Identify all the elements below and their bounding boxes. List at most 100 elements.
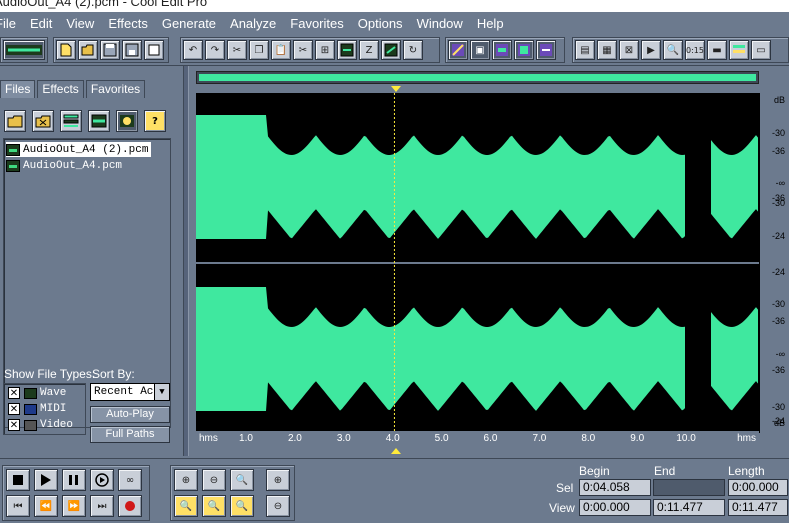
copy-icon[interactable]: ❐ xyxy=(249,40,269,60)
play-to-end-icon[interactable] xyxy=(90,469,114,491)
time-tick-label: 10.0 xyxy=(676,433,696,444)
multitrack-toggle-icon[interactable] xyxy=(3,40,45,60)
save-as-icon[interactable] xyxy=(122,40,142,60)
waveform-view-icon[interactable]: ▣ xyxy=(470,40,490,60)
snap-icon[interactable] xyxy=(381,40,401,60)
filter-video[interactable]: ✕ Video xyxy=(8,418,73,432)
menu-options[interactable]: Options xyxy=(358,16,403,31)
time-ruler[interactable]: hms hms 1.0 2.0 3.0 4.0 5.0 6.0 7.0 8.0 9.0 10.0 xyxy=(196,431,759,447)
menu-help[interactable]: Help xyxy=(477,16,504,31)
panel-splitter[interactable] xyxy=(183,66,189,456)
fast-forward-icon[interactable]: ⏩ xyxy=(62,495,86,517)
zoom-out-icon[interactable]: ⊖ xyxy=(202,469,226,491)
menu-edit[interactable]: Edit xyxy=(30,16,52,31)
status-bar-icon[interactable]: ▬ xyxy=(707,40,727,60)
overview-range[interactable] xyxy=(199,74,756,81)
waveform-channel[interactable] xyxy=(196,287,758,411)
menu-view[interactable]: View xyxy=(66,16,94,31)
go-to-beginning-icon[interactable]: ⏮ xyxy=(6,495,30,517)
record-icon[interactable] xyxy=(118,495,142,517)
sel-begin-field[interactable]: 0:04.058 xyxy=(579,479,651,496)
zoom-window-icon[interactable]: 🔍 xyxy=(663,40,683,60)
zoom-full-icon[interactable]: 🔍 xyxy=(230,469,254,491)
mix-paste-icon[interactable]: ⊞ xyxy=(315,40,335,60)
waveform-channel[interactable] xyxy=(196,115,758,239)
loop-icon[interactable]: ∞ xyxy=(118,469,142,491)
paste-icon[interactable]: 📋 xyxy=(271,40,291,60)
display-time-icon[interactable]: ▦ xyxy=(597,40,617,60)
close-file-icon[interactable] xyxy=(144,40,164,60)
go-to-end-icon[interactable]: ⏭ xyxy=(90,495,114,517)
db-tick-label: -36 xyxy=(771,316,785,326)
zoom-in-vertical-icon[interactable]: ⊕ xyxy=(266,469,290,491)
sel-length-field[interactable]: 0:00.000 xyxy=(728,479,788,496)
cursor-bottom-marker-icon[interactable] xyxy=(391,448,403,456)
menu-file[interactable]: File xyxy=(0,16,16,31)
view-length-field[interactable]: 0:11.477 xyxy=(728,499,788,516)
transport-controls: ∞ ⏮ ⏪ ⏩ ⏭ xyxy=(2,465,150,521)
menu-analyze[interactable]: Analyze xyxy=(230,16,276,31)
view-begin-field[interactable]: 0:00.000 xyxy=(579,499,651,516)
transport-icon[interactable]: ▶ xyxy=(641,40,661,60)
display-levels-icon[interactable]: ⊠ xyxy=(619,40,639,60)
tab-files[interactable]: Files xyxy=(0,80,36,98)
trim-icon[interactable]: ✂ xyxy=(293,40,313,60)
open-file-icon[interactable] xyxy=(4,110,26,132)
tab-favorites[interactable]: Favorites xyxy=(85,80,146,98)
menu-window[interactable]: Window xyxy=(417,16,463,31)
zoom-in-icon[interactable]: ⊕ xyxy=(174,469,198,491)
pause-icon[interactable] xyxy=(62,469,86,491)
organizer-panel: Files Effects Favorites ? AudioOut_A4 (2… xyxy=(0,68,183,451)
waveform-canvas[interactable] xyxy=(196,93,759,433)
display-files-icon[interactable]: ▤ xyxy=(575,40,595,60)
video-checkbox[interactable]: ✕ xyxy=(8,419,20,431)
spectral-view-icon[interactable] xyxy=(448,40,468,60)
stop-icon[interactable] xyxy=(6,469,30,491)
file-list-item[interactable]: AudioOut_A4 (2).pcm xyxy=(6,142,152,157)
zoom-out-vertical-icon[interactable]: ⊖ xyxy=(266,495,290,517)
chevron-down-icon[interactable]: ▼ xyxy=(154,384,169,400)
play-icon[interactable] xyxy=(34,469,58,491)
menu-favorites[interactable]: Favorites xyxy=(290,16,343,31)
help-icon[interactable]: ? xyxy=(144,110,166,132)
save-icon[interactable] xyxy=(100,40,120,60)
regions-icon[interactable] xyxy=(514,40,534,60)
filter-midi[interactable]: ✕ MIDI xyxy=(8,402,66,416)
waveform-display[interactable] xyxy=(196,93,759,433)
filter-wave[interactable]: ✕ Wave xyxy=(8,386,66,400)
redo-icon[interactable]: ↷ xyxy=(205,40,225,60)
edit-file-icon[interactable] xyxy=(88,110,110,132)
show-file-types-label: Show File Types: xyxy=(4,367,96,381)
auto-play-button[interactable]: Auto-Play xyxy=(90,406,170,423)
wave-checkbox[interactable]: ✕ xyxy=(8,387,20,399)
midi-checkbox[interactable]: ✕ xyxy=(8,403,20,415)
menu-effects[interactable]: Effects xyxy=(108,16,148,31)
convert-icon[interactable] xyxy=(337,40,357,60)
full-paths-button[interactable]: Full Paths xyxy=(90,426,170,443)
full-screen-icon[interactable]: ▭ xyxy=(751,40,771,60)
open-file-icon[interactable] xyxy=(78,40,98,60)
zero-crossing-icon[interactable]: Z xyxy=(359,40,379,60)
zoom-selection-icon[interactable]: 🔍 xyxy=(174,495,198,517)
file-list-item[interactable]: AudioOut_A4.pcm xyxy=(6,158,122,173)
menu-generate[interactable]: Generate xyxy=(162,16,216,31)
level-meters-icon[interactable] xyxy=(729,40,749,60)
zoom-right-icon[interactable]: 🔍 xyxy=(230,495,254,517)
time-format-icon[interactable]: 0:15 xyxy=(685,40,705,60)
close-file-icon[interactable] xyxy=(32,110,54,132)
loop-play-icon[interactable]: ↻ xyxy=(403,40,423,60)
waveform-overview-bar[interactable] xyxy=(196,71,759,84)
sel-end-field[interactable] xyxy=(653,479,725,496)
sort-by-select[interactable]: Recent Acc ▼ xyxy=(90,383,170,401)
play-preview-icon[interactable] xyxy=(116,110,138,132)
cut-icon[interactable]: ✂ xyxy=(227,40,247,60)
undo-icon[interactable]: ↶ xyxy=(183,40,203,60)
zoom-left-icon[interactable]: 🔍 xyxy=(202,495,226,517)
view-end-field[interactable]: 0:11.477 xyxy=(653,499,725,516)
tab-effects[interactable]: Effects xyxy=(37,80,84,98)
info-panel-icon[interactable] xyxy=(536,40,556,60)
rewind-icon[interactable]: ⏪ xyxy=(34,495,58,517)
insert-into-multitrack-icon[interactable] xyxy=(60,110,82,132)
new-file-icon[interactable] xyxy=(56,40,76,60)
markers-icon[interactable] xyxy=(492,40,512,60)
